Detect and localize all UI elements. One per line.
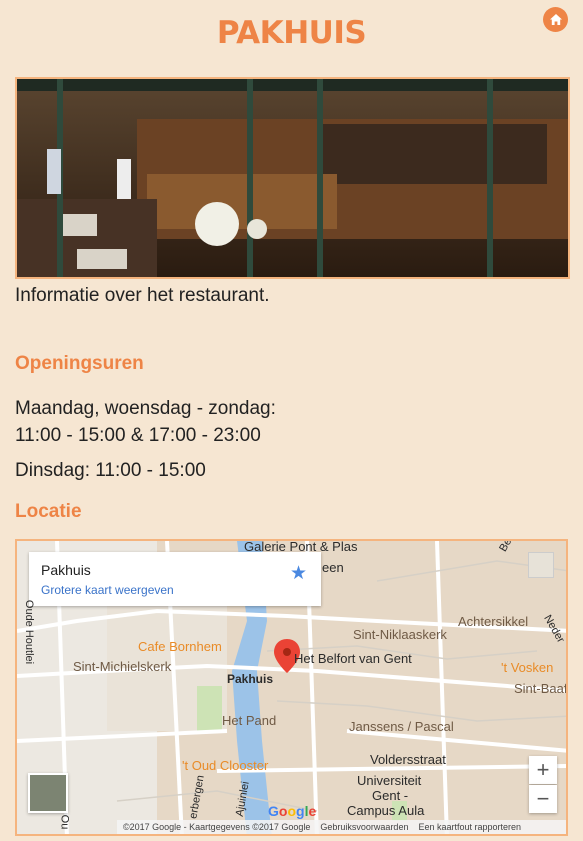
restaurant-photo — [15, 77, 570, 279]
map-label-belfort[interactable]: Het Belfort van Gent — [294, 651, 412, 666]
street-view-icon[interactable] — [528, 552, 554, 578]
map-label-janssens[interactable]: Janssens / Pascal — [349, 719, 454, 734]
opening-days: Maandag, woensdag - zondag: — [15, 398, 276, 419]
map-copyright: ©2017 Google - Kaartgegevens ©2017 Googl… — [123, 822, 311, 832]
zoom-out-button[interactable]: − — [529, 785, 557, 813]
map-label-vosken[interactable]: 't Vosken — [501, 660, 553, 675]
map-label-een: een — [322, 560, 344, 575]
map-label-gent: Gent - — [372, 788, 409, 803]
map-label-michielskerk[interactable]: Sint-Michielskerk — [73, 659, 171, 674]
map-label-oude-houtlei: Oude Houtlei — [23, 599, 36, 665]
opening-times: 11:00 - 15:00 & 17:00 - 23:00 — [15, 425, 261, 446]
google-logo: Google — [268, 803, 317, 819]
opening-hours-tuesday: Dinsdag: 11:00 - 15:00 — [15, 460, 206, 481]
map-label-galerie: Galerie Pont & Plas — [244, 539, 358, 554]
zoom-in-button[interactable]: + — [529, 756, 557, 784]
save-star-icon[interactable]: ★ — [290, 562, 307, 585]
map-label-campus-aula: Campus Aula — [347, 803, 425, 818]
page-title: PAKHUIS — [216, 15, 367, 51]
map-label-universiteit: Universiteit — [357, 773, 422, 788]
map-label-ou: Ou — [58, 814, 71, 830]
location-heading: Locatie — [15, 501, 82, 522]
map-footer: ©2017 Google - Kaartgegevens ©2017 Googl… — [117, 820, 566, 834]
map-label-voldersstraat: Voldersstraat — [370, 752, 446, 767]
map-card-title: Pakhuis — [41, 562, 91, 578]
map-label-achtersikkel[interactable]: Achtersikkel — [458, 614, 528, 629]
map-label-oud-clooster[interactable]: 't Oud Clooster — [182, 758, 268, 773]
opening-hours-weekdays: Maandag, woensdag - zondag: 11:00 - 15:0… — [15, 395, 276, 449]
satellite-toggle[interactable] — [28, 773, 68, 813]
intro-text: Informatie over het restaurant. — [15, 285, 270, 306]
map-label-cafe[interactable]: Cafe Bornhem — [138, 639, 222, 654]
opening-hours-heading: Openingsuren — [15, 353, 144, 374]
map-label-niklaaskerk[interactable]: Sint-Niklaaskerk — [353, 627, 447, 642]
map-label-sint-baaf[interactable]: Sint-Baaf — [514, 681, 566, 696]
map-info-card: Pakhuis Grotere kaart weergeven ★ — [29, 552, 321, 606]
terms-link[interactable]: Gebruiksvoorwaarden — [320, 820, 408, 834]
map[interactable]: Pakhuis Grotere kaart weergeven ★ Galeri… — [15, 539, 568, 836]
map-label-pand[interactable]: Het Pand — [222, 713, 276, 728]
report-error-link[interactable]: Een kaartfout rapporteren — [418, 820, 521, 834]
map-label-pakhuis[interactable]: Pakhuis — [227, 672, 273, 686]
larger-map-link[interactable]: Grotere kaart weergeven — [41, 583, 174, 597]
